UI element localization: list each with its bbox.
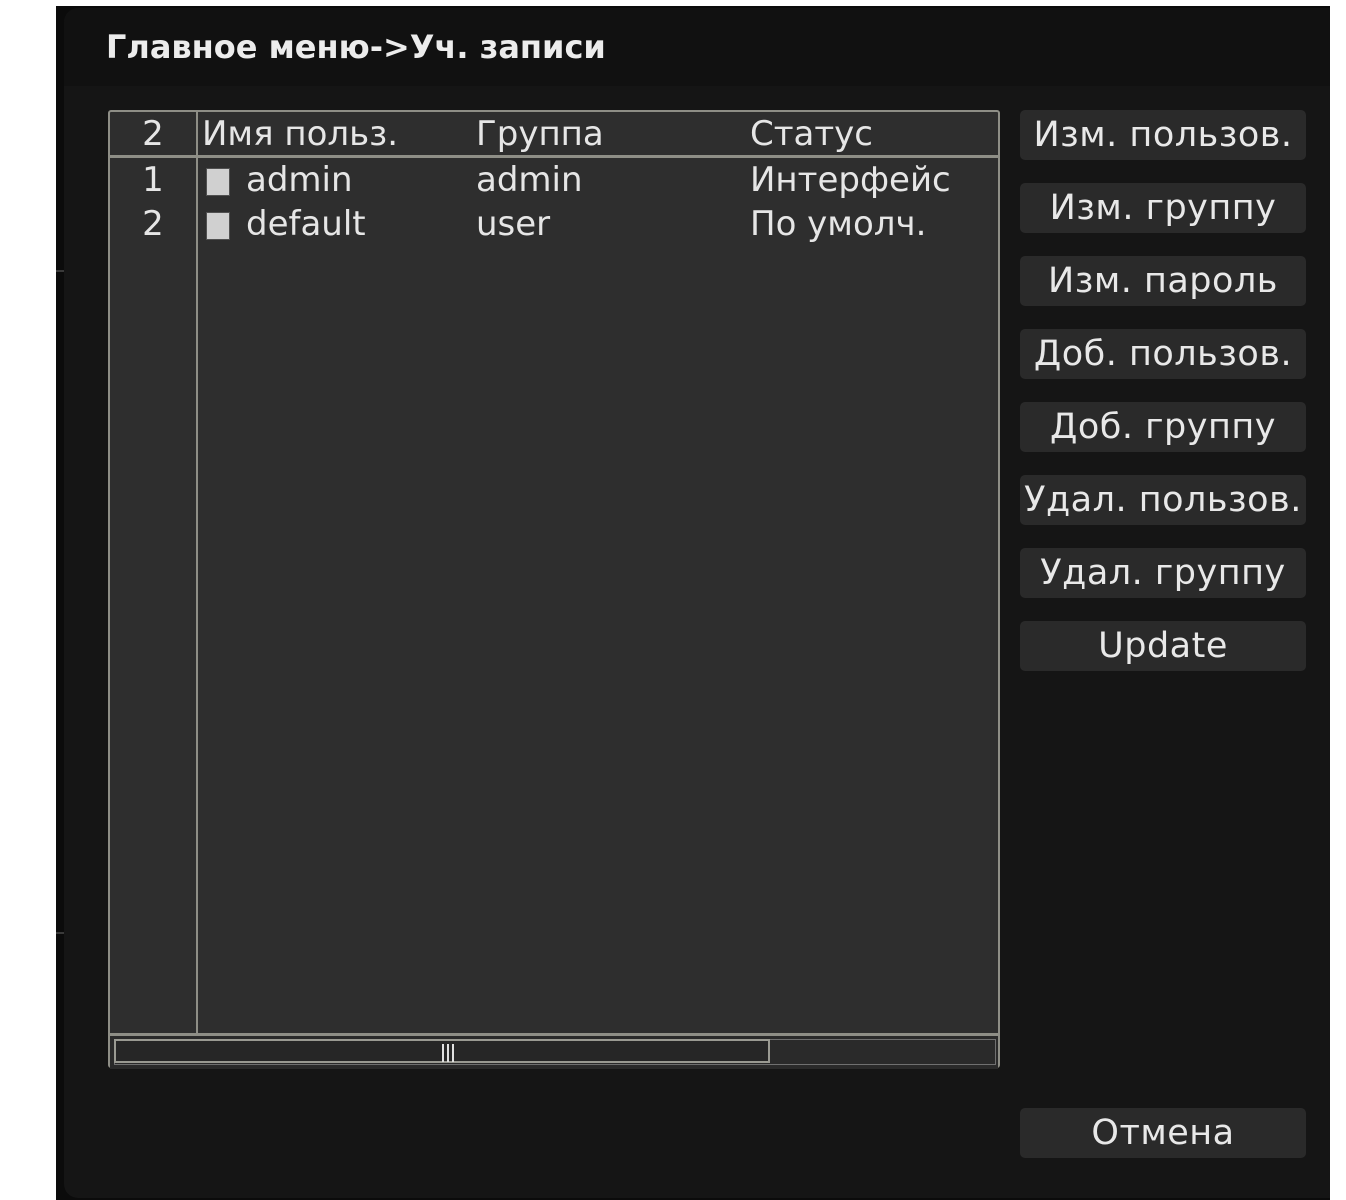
modify-user-button[interactable]: Изм. пользов. <box>1020 110 1306 160</box>
delete-user-button[interactable]: Удал. пользов. <box>1020 475 1306 525</box>
cancel-button[interactable]: Отмена <box>1020 1108 1306 1158</box>
modify-password-button[interactable]: Изм. пароль <box>1020 256 1306 306</box>
column-header-name[interactable]: Имя польз. <box>202 114 398 154</box>
row-group: admin <box>476 160 583 200</box>
column-header-group[interactable]: Группа <box>476 114 604 154</box>
row-checkbox[interactable] <box>206 168 230 196</box>
page-title: Главное меню->Уч. записи <box>106 28 606 66</box>
row-status: Интерфейс <box>750 160 951 200</box>
horizontal-scrollbar[interactable] <box>110 1033 998 1069</box>
row-index: 2 <box>142 204 164 244</box>
edge-tick <box>56 932 64 934</box>
table-header: 2 Имя польз. Группа Статус <box>110 112 998 158</box>
add-group-button[interactable]: Доб. группу <box>1020 402 1306 452</box>
column-header-status[interactable]: Статус <box>750 114 873 154</box>
index-column-divider <box>196 112 198 1034</box>
update-button[interactable]: Update <box>1020 621 1306 671</box>
add-user-button[interactable]: Доб. пользов. <box>1020 329 1306 379</box>
dialog-titlebar: Главное меню->Уч. записи <box>64 8 1330 86</box>
table-row[interactable]: 2 default user По умолч. <box>110 204 998 248</box>
row-username: default <box>246 204 366 244</box>
delete-group-button[interactable]: Удал. группу <box>1020 548 1306 598</box>
row-count: 2 <box>142 114 164 154</box>
row-checkbox[interactable] <box>206 212 230 240</box>
row-username: admin <box>246 160 353 200</box>
grip-icon <box>442 1044 456 1062</box>
table-row[interactable]: 1 admin admin Интерфейс <box>110 160 998 204</box>
row-status: По умолч. <box>750 204 927 244</box>
user-table[interactable]: 2 Имя польз. Группа Статус 1 admin admin… <box>108 110 1000 1069</box>
accounts-dialog: Главное меню->Уч. записи 2 Имя польз. Гр… <box>64 8 1330 1198</box>
edge-tick <box>56 270 64 272</box>
row-group: user <box>476 204 551 244</box>
row-index: 1 <box>142 160 164 200</box>
scrollbar-thumb[interactable] <box>114 1039 770 1063</box>
modify-group-button[interactable]: Изм. группу <box>1020 183 1306 233</box>
